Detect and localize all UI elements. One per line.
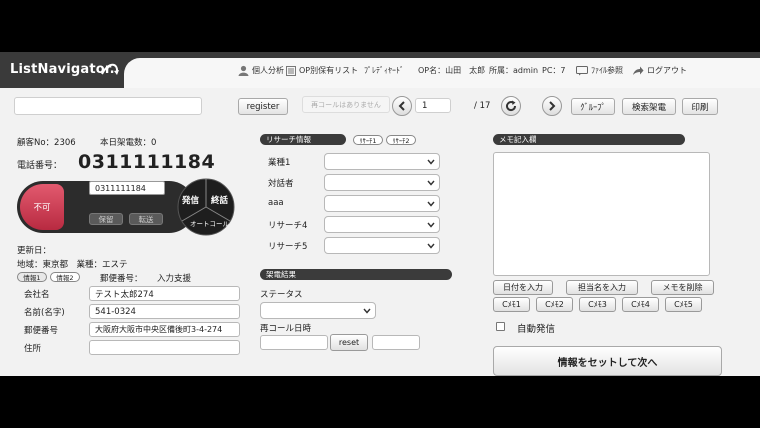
call-result-header: 架電結果 <box>260 269 452 280</box>
next-page-button[interactable] <box>542 96 562 116</box>
call-button[interactable]: 発信 <box>182 194 199 206</box>
chevron-down-icon <box>427 243 435 249</box>
name-field[interactable]: 541-0324 <box>89 304 240 319</box>
postal-link: 郵便番号： <box>100 274 143 284</box>
group-button[interactable]: ｸﾞﾙｰﾌﾟ <box>571 98 615 115</box>
page-input[interactable]: 1 <box>415 98 451 113</box>
research-header: リサーチ情報 <box>260 134 346 145</box>
chevron-left-icon <box>398 101 405 111</box>
research-select-4[interactable] <box>324 216 440 233</box>
postal-field[interactable]: 大阪府大阪市中央区備後町3-4-274 <box>89 322 240 337</box>
nav-op-list[interactable]: OP別保有リスト <box>286 65 358 76</box>
memo-textarea[interactable] <box>493 152 710 276</box>
transfer-button[interactable]: 転送 <box>129 213 163 225</box>
memo-header: メモ記入欄 <box>493 134 685 145</box>
research-label: 業種1 <box>268 158 291 168</box>
search-input[interactable] <box>14 97 202 115</box>
chevron-down-icon <box>427 159 435 165</box>
dial-widget: 不可 0311111184 保留 転送 発信 終話 オートコール <box>17 178 239 236</box>
reset-button[interactable]: reset <box>330 334 368 351</box>
tab-info1[interactable]: 情報1 <box>17 272 47 282</box>
refresh-button[interactable] <box>501 96 521 116</box>
recall-notice: 再コールはありません <box>302 96 390 113</box>
hold-button[interactable]: 保留 <box>89 213 123 225</box>
cmemo5-button[interactable]: Cﾒﾓ5 <box>665 297 702 312</box>
chevron-down-icon <box>363 308 371 314</box>
field-label: 住所 <box>24 344 42 354</box>
chevron-down-icon <box>427 222 435 228</box>
field-label: 郵便番号 <box>24 326 59 336</box>
chevron-down-icon <box>427 201 435 207</box>
cmemo1-button[interactable]: Cﾒﾓ1 <box>493 297 530 312</box>
phone-label: 電話番号： <box>17 161 63 171</box>
set-next-button[interactable]: 情報をセットして次へ <box>493 346 722 376</box>
chat-icon <box>576 65 588 75</box>
nav-predial[interactable]: ﾌﾟﾚﾃﾞｨﾔｰﾄﾞ <box>364 65 404 76</box>
chevron-down-icon <box>427 180 435 186</box>
phone-number: 0311111184 <box>78 151 216 173</box>
dial-input[interactable]: 0311111184 <box>89 181 165 195</box>
chevron-right-icon <box>549 101 556 111</box>
logo-swoosh-icon <box>101 63 119 75</box>
research-label: 対話者 <box>268 179 294 189</box>
app-window: ListNavigator. 個人分析 OP別保有リスト ﾌﾟﾚﾃﾞｨﾔｰﾄﾞ … <box>0 52 760 376</box>
nav-analysis[interactable]: 個人分析 <box>238 65 284 76</box>
ng-button[interactable]: 不可 <box>20 184 64 230</box>
updated-date: 更新日： <box>17 246 52 256</box>
cmemo4-button[interactable]: Cﾒﾓ4 <box>622 297 659 312</box>
status-select[interactable] <box>260 302 376 319</box>
recall-date-input[interactable] <box>260 335 328 350</box>
tab-info2[interactable]: 情報2 <box>50 272 80 282</box>
op-name: OP名：山田 太郎 <box>418 66 486 75</box>
print-button[interactable]: 印刷 <box>682 98 718 115</box>
affiliation: 所属：admin <box>489 66 539 75</box>
recall-label: 再コール日時 <box>260 324 312 334</box>
auto-dial-label: 自動発信 <box>517 324 556 335</box>
list-icon <box>286 65 296 76</box>
date-input-button[interactable]: 日付を入力 <box>493 280 553 295</box>
research-label: aaa <box>268 198 284 208</box>
top-header: ListNavigator. 個人分析 OP別保有リスト ﾌﾟﾚﾃﾞｨﾔｰﾄﾞ … <box>0 52 760 88</box>
status-label: ステータス <box>260 290 303 300</box>
cmemo2-button[interactable]: Cﾒﾓ2 <box>536 297 573 312</box>
refresh-icon <box>506 100 517 112</box>
research-label: リサーチ5 <box>268 242 308 252</box>
search-call-button[interactable]: 検索架電 <box>622 98 676 115</box>
customer-no: 顧客No：2306 <box>17 138 76 148</box>
autocall-button[interactable]: オートコール <box>190 218 229 228</box>
today-calls: 本日架電数：0 <box>100 138 157 148</box>
user-icon <box>238 65 249 76</box>
delete-memo-button[interactable]: メモを削除 <box>651 280 714 295</box>
cmemo3-button[interactable]: Cﾒﾓ3 <box>579 297 616 312</box>
nav-file-ref[interactable]: ﾌｧｲﾙ参照 <box>576 65 623 76</box>
pc-number: PC：7 <box>542 66 566 75</box>
research-label: リサーチ4 <box>268 221 308 231</box>
auto-dial-checkbox[interactable] <box>496 322 505 331</box>
field-label: 会社名 <box>24 290 50 300</box>
tab-research1[interactable]: ﾘｻｰﾁ1 <box>353 135 383 145</box>
page-total: / 17 <box>474 101 491 111</box>
company-field[interactable]: テスト太郎274 <box>89 286 240 301</box>
address-field[interactable] <box>89 340 240 355</box>
logout-arrow-icon <box>633 66 644 75</box>
research-select-2[interactable] <box>324 174 440 191</box>
research-select-3[interactable] <box>324 195 440 212</box>
research-select-1[interactable] <box>324 153 440 170</box>
recall-time-input[interactable] <box>372 335 420 350</box>
research-select-5[interactable] <box>324 237 440 254</box>
input-support-link[interactable]: 入力支援 <box>157 272 191 284</box>
region-industry: 地域：東京都 業種：エステ <box>17 260 128 270</box>
logout-button[interactable]: ログアウト <box>632 65 687 76</box>
end-call-button[interactable]: 終話 <box>211 194 228 206</box>
staff-input-button[interactable]: 担当名を入力 <box>566 280 638 295</box>
register-button[interactable]: register <box>238 98 288 115</box>
prev-page-button[interactable] <box>392 96 412 116</box>
field-label: 名前(名字) <box>24 308 65 318</box>
tab-research2[interactable]: ﾘｻｰﾁ2 <box>386 135 416 145</box>
